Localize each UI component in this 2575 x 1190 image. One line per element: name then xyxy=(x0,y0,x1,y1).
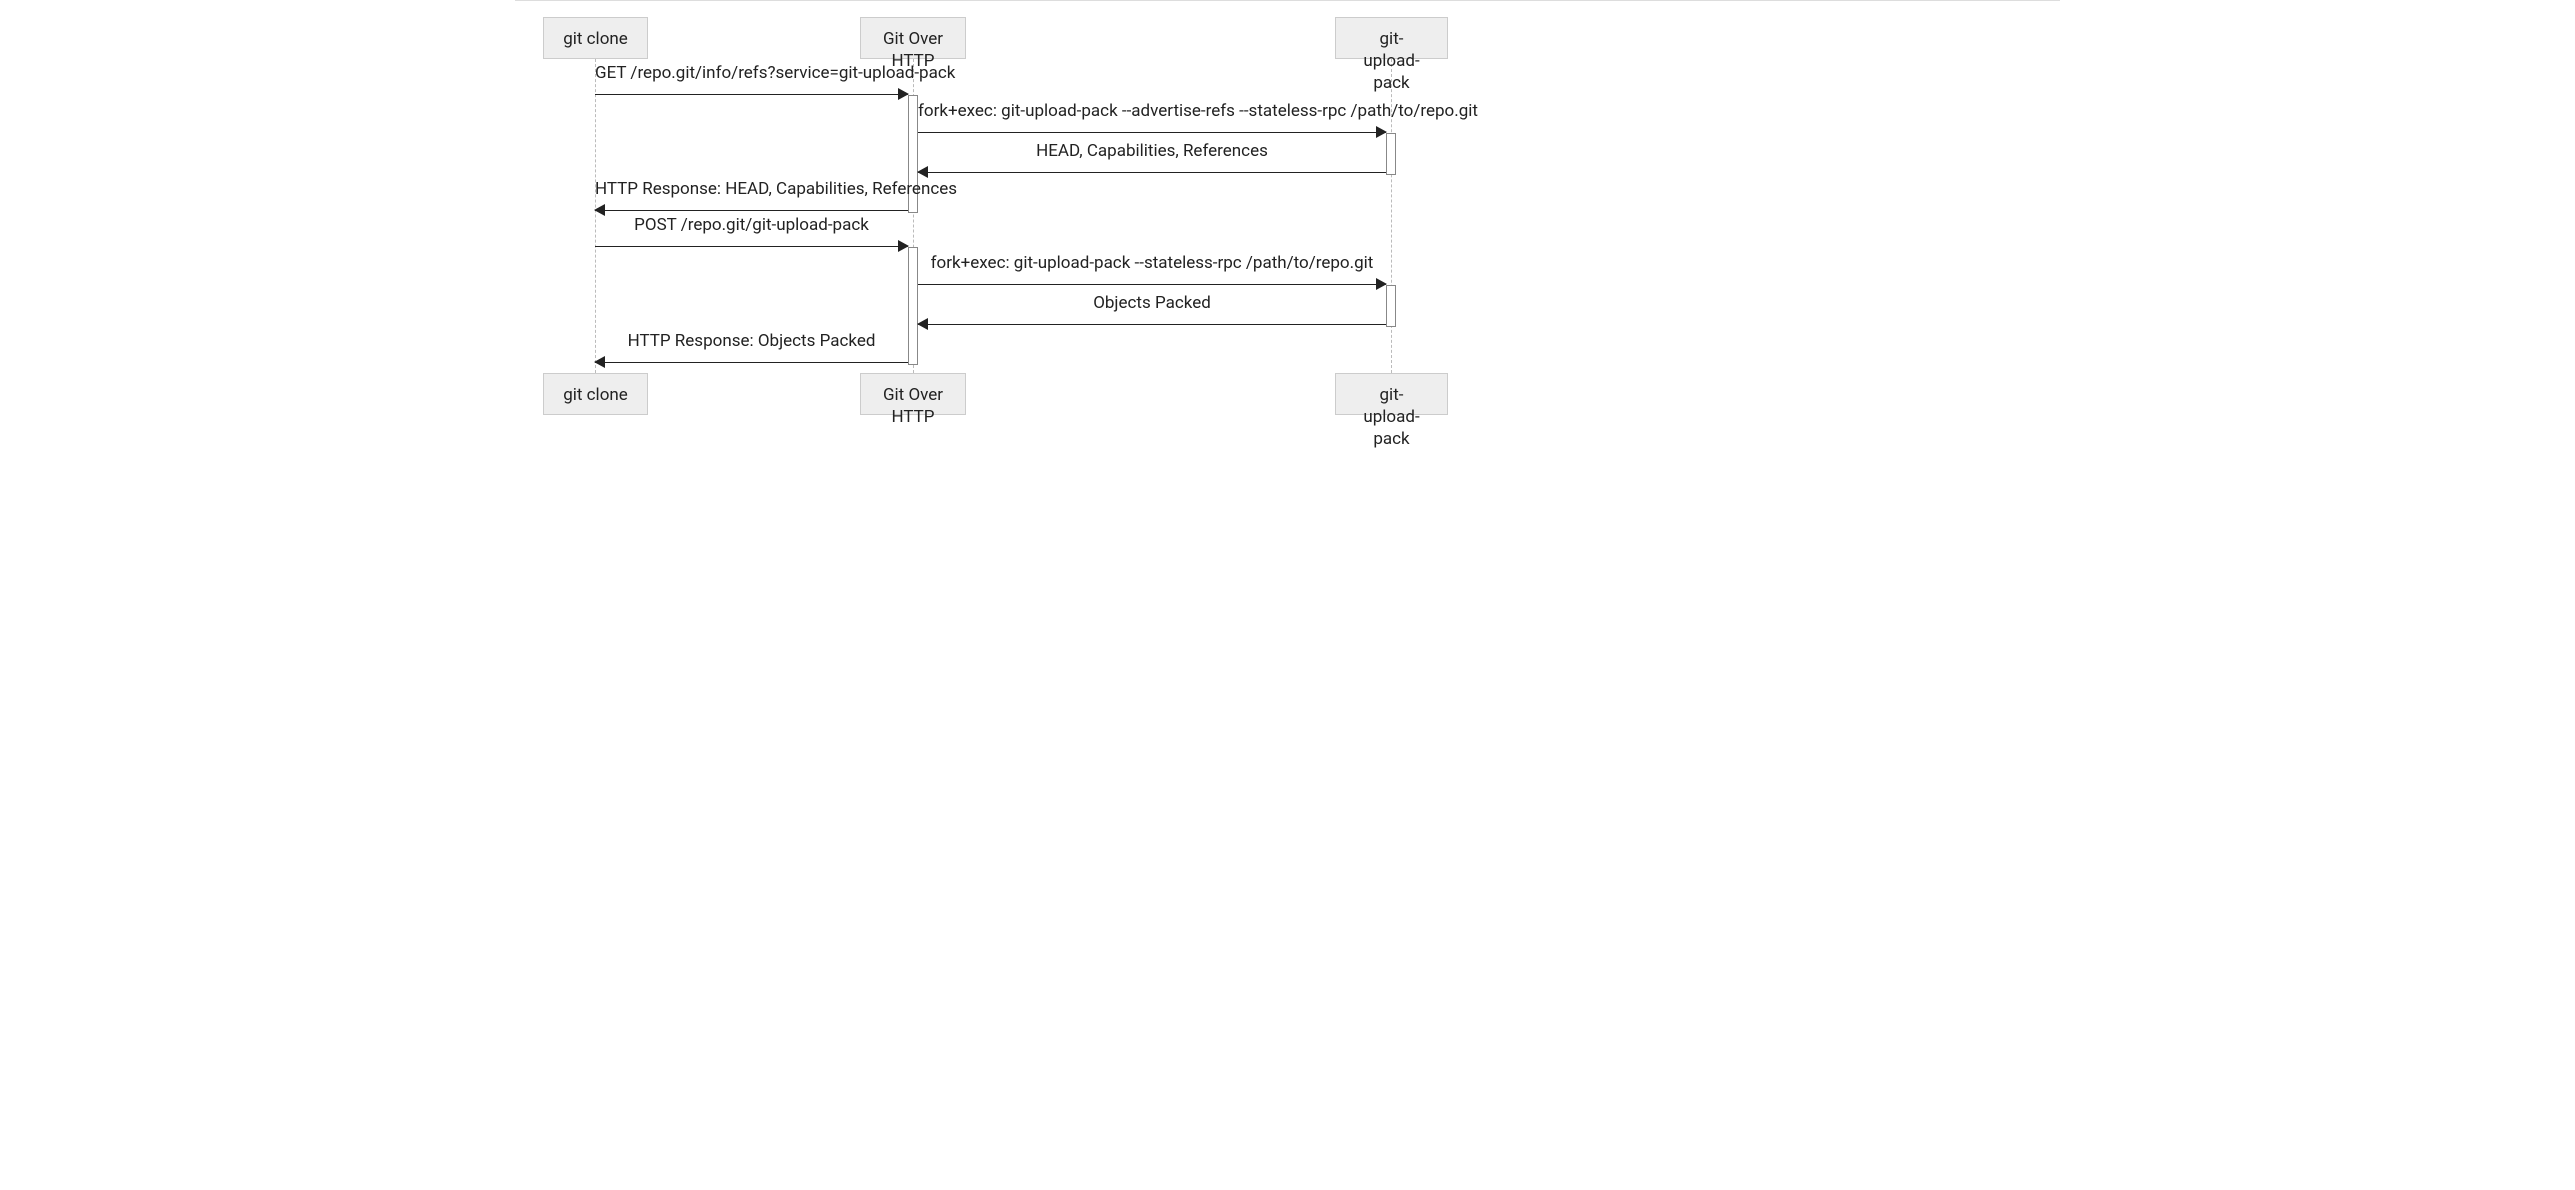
arrow-left-icon xyxy=(917,166,928,178)
participant-p2-bottom: Git Over HTTP xyxy=(860,373,966,415)
message-label: HEAD, Capabilities, References xyxy=(918,141,1386,161)
activation-1 xyxy=(1386,133,1396,175)
participant-p1-bottom: git clone xyxy=(543,373,648,415)
arrow-right-icon xyxy=(898,240,909,252)
message-m5: POST /repo.git/git-upload-pack xyxy=(595,237,908,257)
arrow-line xyxy=(595,94,908,95)
activation-3 xyxy=(1386,285,1396,327)
message-m2: fork+exec: git-upload-pack --advertise-r… xyxy=(918,123,1386,143)
arrow-right-icon xyxy=(898,88,909,100)
message-label: GET /repo.git/info/refs?service=git-uplo… xyxy=(595,63,908,83)
participant-p3-top: git-upload-pack xyxy=(1335,17,1448,59)
participant-p3-bottom: git-upload-pack xyxy=(1335,373,1448,415)
arrow-line xyxy=(595,362,908,363)
activation-2 xyxy=(908,247,918,365)
message-label: Objects Packed xyxy=(918,293,1386,313)
participant-p1-top: git clone xyxy=(543,17,648,59)
message-label: fork+exec: git-upload-pack --stateless-r… xyxy=(918,253,1386,273)
message-m3: HEAD, Capabilities, References xyxy=(918,163,1386,183)
message-label: POST /repo.git/git-upload-pack xyxy=(595,215,908,235)
arrow-line xyxy=(918,284,1386,285)
arrow-line xyxy=(918,324,1386,325)
arrow-right-icon xyxy=(1376,126,1387,138)
arrow-left-icon xyxy=(917,318,928,330)
arrow-line xyxy=(595,246,908,247)
message-label: fork+exec: git-upload-pack --advertise-r… xyxy=(918,101,1386,121)
arrow-line xyxy=(918,172,1386,173)
participant-p2-top: Git Over HTTP xyxy=(860,17,966,59)
sequence-diagram: git clone Git Over HTTP git-upload-pack git… xyxy=(515,0,2060,715)
message-m7: Objects Packed xyxy=(918,315,1386,335)
arrow-left-icon xyxy=(594,356,605,368)
message-m6: fork+exec: git-upload-pack --stateless-r… xyxy=(918,275,1386,295)
message-label: HTTP Response: Objects Packed xyxy=(595,331,908,351)
arrow-line xyxy=(918,132,1386,133)
arrow-right-icon xyxy=(1376,278,1387,290)
arrow-line xyxy=(595,210,908,211)
message-label: HTTP Response: HEAD, Capabilities, Refer… xyxy=(595,179,908,199)
message-m8: HTTP Response: Objects Packed xyxy=(595,353,908,373)
message-m1: GET /repo.git/info/refs?service=git-uplo… xyxy=(595,85,908,105)
